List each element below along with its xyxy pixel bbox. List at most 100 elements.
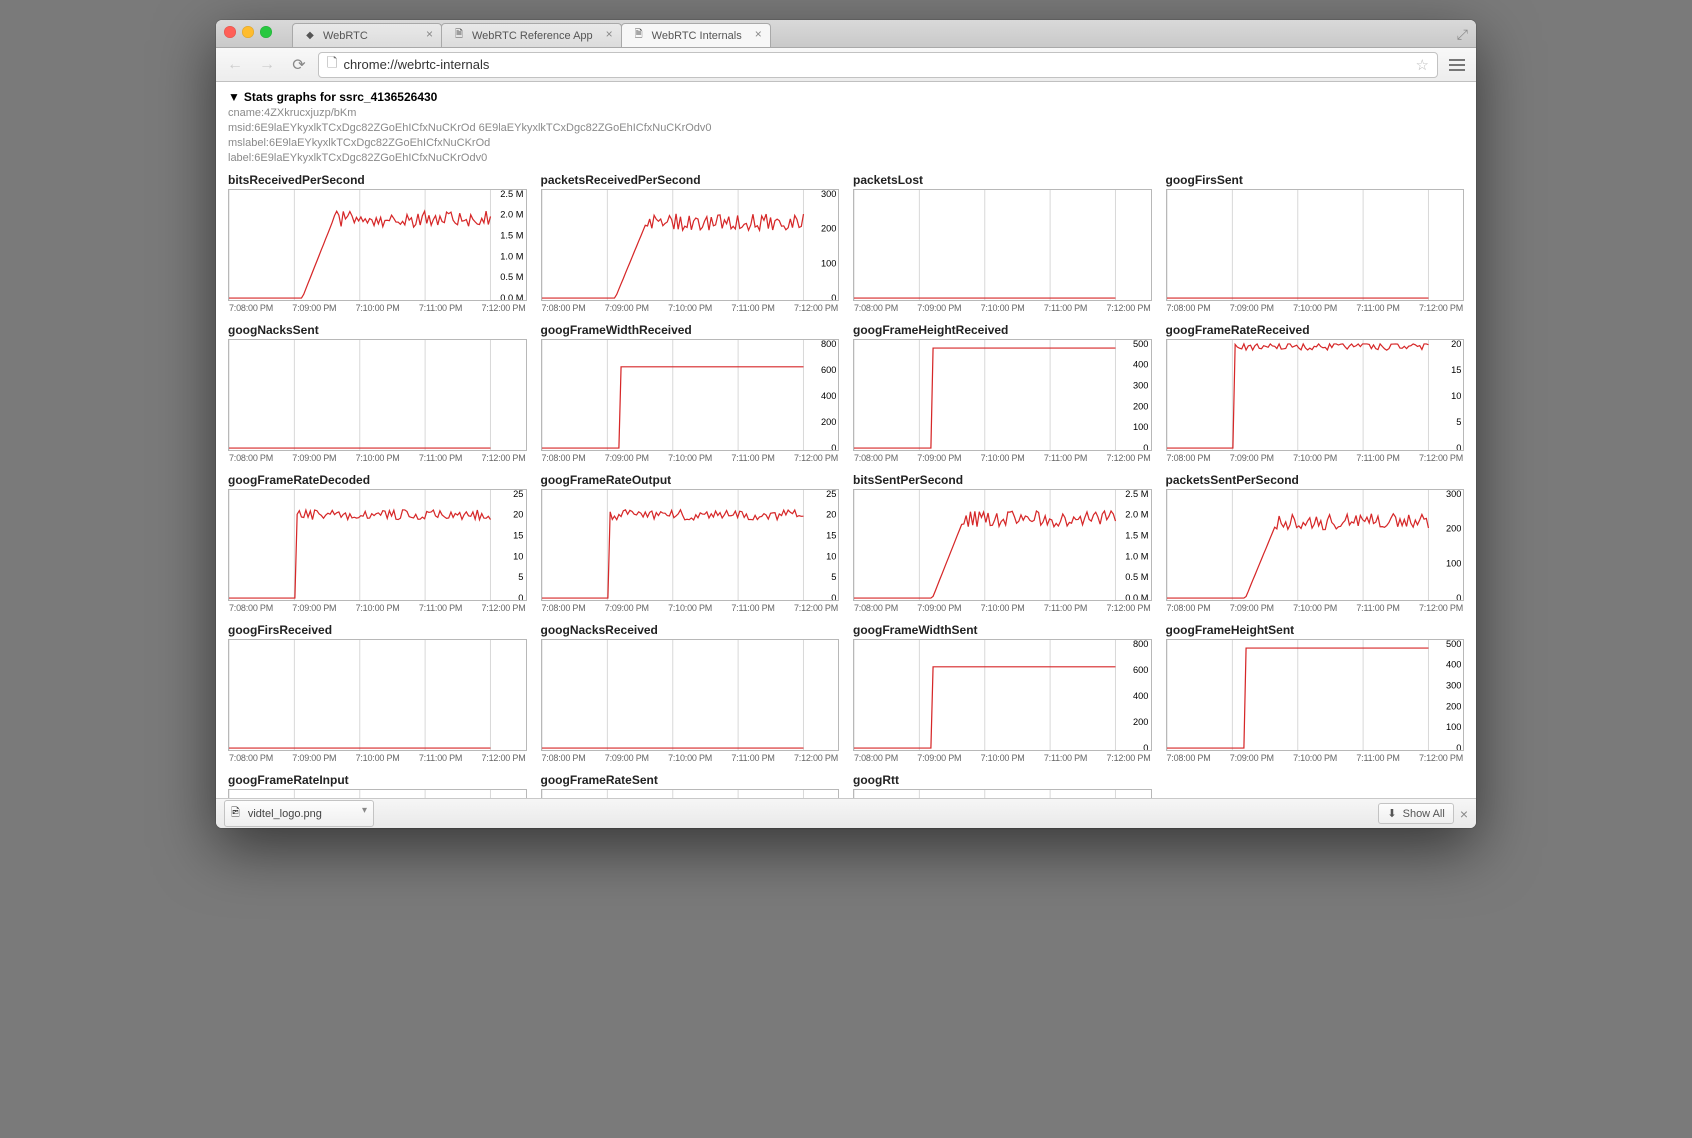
chrome-menu-button[interactable] [1444,58,1470,72]
svg-text:2.5 M: 2.5 M [500,190,523,199]
section-header[interactable]: ▼ Stats graphs for ssrc_4136526430 [228,90,1464,104]
chart-x-axis: 7:08:00 PM7:09:00 PM7:10:00 PM7:11:00 PM… [1166,603,1465,613]
svg-text:600: 600 [820,365,835,375]
svg-text:20: 20 [826,510,836,520]
svg-text:100: 100 [1445,723,1460,733]
x-tick: 7:08:00 PM [229,453,273,463]
svg-text:15: 15 [513,531,523,541]
tab-label: WebRTC [323,30,368,42]
reload-button[interactable]: ⟳ [286,52,312,78]
chart-title: googFrameRateSent [541,773,840,787]
toolbar: ← → ⟳ 🗋 chrome://webrtc-internals ☆ [216,48,1476,82]
disclosure-triangle-icon: ▼ [228,90,240,104]
x-tick: 7:12:00 PM [1106,753,1150,763]
fullscreen-icon[interactable]: ⤢ [1457,26,1468,43]
x-tick: 7:08:00 PM [1167,603,1211,613]
file-icon: 🖻 [231,804,240,823]
svg-text:15: 15 [1451,365,1461,375]
x-tick: 7:12:00 PM [1419,603,1463,613]
zoom-window-icon[interactable] [260,26,272,38]
download-item[interactable]: 🖻 vidtel_logo.png ▾ [224,800,374,827]
x-tick: 7:09:00 PM [1230,303,1274,313]
close-tab-icon[interactable]: × [606,28,613,40]
chart-plot [1166,189,1465,301]
chart-title: googNacksReceived [541,623,840,637]
svg-text:200: 200 [820,418,835,428]
svg-text:200: 200 [1133,718,1148,728]
x-tick: 7:11:00 PM [731,603,774,613]
chart-plot: 0100200300400500 [853,339,1152,451]
x-tick: 7:10:00 PM [981,303,1025,313]
x-tick: 7:08:00 PM [542,603,586,613]
download-arrow-icon: ⬇ [1387,807,1396,820]
chart-plot: 0100200300 [541,189,840,301]
x-tick: 7:10:00 PM [356,753,400,763]
show-all-label: Show All [1403,808,1445,820]
x-tick: 7:12:00 PM [481,303,525,313]
svg-text:100: 100 [1445,559,1460,569]
x-tick: 7:11:00 PM [731,303,774,313]
chart-title: googFirsReceived [228,623,527,637]
show-all-downloads-button[interactable]: ⬇ Show All [1378,803,1453,824]
x-tick: 7:09:00 PM [605,303,649,313]
x-tick: 7:08:00 PM [1167,453,1211,463]
chart-title: packetsReceivedPerSecond [541,173,840,187]
x-tick: 7:12:00 PM [1106,603,1150,613]
x-tick: 7:11:00 PM [419,603,462,613]
close-window-icon[interactable] [224,26,236,38]
svg-text:2.0 M: 2.0 M [500,210,523,220]
meta-mslabel: mslabel:6E9laEYkyxlkTCxDgc82ZGoEhICfxNuC… [228,136,1464,151]
svg-text:0: 0 [1143,444,1148,451]
chart-googFirsReceived: googFirsReceived7:08:00 PM7:09:00 PM7:10… [228,623,527,763]
tab-reference-app[interactable]: 🗎 WebRTC Reference App × [441,23,622,47]
x-tick: 7:10:00 PM [981,603,1025,613]
tab-strip: ◆ WebRTC × 🗎 WebRTC Reference App × 🗎 We… [216,20,1476,48]
x-tick: 7:09:00 PM [292,753,336,763]
chart-plot: 0510152025 [541,489,840,601]
svg-text:15: 15 [826,531,836,541]
hamburger-icon [1449,58,1465,72]
x-tick: 7:11:00 PM [1356,603,1399,613]
x-tick: 7:09:00 PM [605,603,649,613]
back-button[interactable]: ← [222,52,248,78]
chart-title: bitsSentPerSecond [853,473,1152,487]
svg-text:0: 0 [831,444,836,451]
x-tick: 7:08:00 PM [542,753,586,763]
download-filename: vidtel_logo.png [248,808,322,820]
svg-text:2.5 M: 2.5 M [1125,490,1148,499]
address-bar[interactable]: 🗋 chrome://webrtc-internals ☆ [318,52,1438,78]
forward-button[interactable]: → [254,52,280,78]
svg-text:0: 0 [831,294,836,301]
x-tick: 7:09:00 PM [1230,753,1274,763]
chart-plot [853,189,1152,301]
chart-x-axis: 7:08:00 PM7:09:00 PM7:10:00 PM7:11:00 PM… [541,303,840,313]
chart-x-axis: 7:08:00 PM7:09:00 PM7:10:00 PM7:11:00 PM… [541,453,840,463]
chart-bitsReceivedPerSecond: bitsReceivedPerSecond0.0 M0.5 M1.0 M1.5 … [228,173,527,313]
x-tick: 7:11:00 PM [1044,753,1087,763]
x-tick: 7:08:00 PM [542,303,586,313]
tab-webrtc[interactable]: ◆ WebRTC × [292,23,442,47]
svg-text:400: 400 [1133,691,1148,701]
chart-x-axis: 7:08:00 PM7:09:00 PM7:10:00 PM7:11:00 PM… [853,303,1152,313]
chart-packetsSentPerSecond: packetsSentPerSecond01002003007:08:00 PM… [1166,473,1465,613]
chevron-down-icon[interactable]: ▾ [362,805,367,816]
x-tick: 7:11:00 PM [419,753,462,763]
x-tick: 7:10:00 PM [668,453,712,463]
chart-googFrameRateReceived: googFrameRateReceived051015207:08:00 PM7… [1166,323,1465,463]
chart-x-axis: 7:08:00 PM7:09:00 PM7:10:00 PM7:11:00 PM… [853,753,1152,763]
close-tab-icon[interactable]: × [755,28,762,40]
tab-webrtc-internals[interactable]: 🗎 WebRTC Internals × [621,23,771,47]
svg-text:0: 0 [1456,444,1461,451]
x-tick: 7:10:00 PM [356,453,400,463]
svg-text:400: 400 [1133,360,1148,370]
x-tick: 7:10:00 PM [356,303,400,313]
x-tick: 7:08:00 PM [1167,303,1211,313]
svg-text:200: 200 [820,224,835,234]
minimize-window-icon[interactable] [242,26,254,38]
bookmark-star-icon[interactable]: ☆ [1416,56,1429,74]
chart-plot [228,639,527,751]
svg-text:0: 0 [518,594,523,601]
close-tab-icon[interactable]: × [426,28,433,40]
close-shelf-icon[interactable]: × [1460,806,1468,822]
svg-text:5: 5 [518,573,523,583]
